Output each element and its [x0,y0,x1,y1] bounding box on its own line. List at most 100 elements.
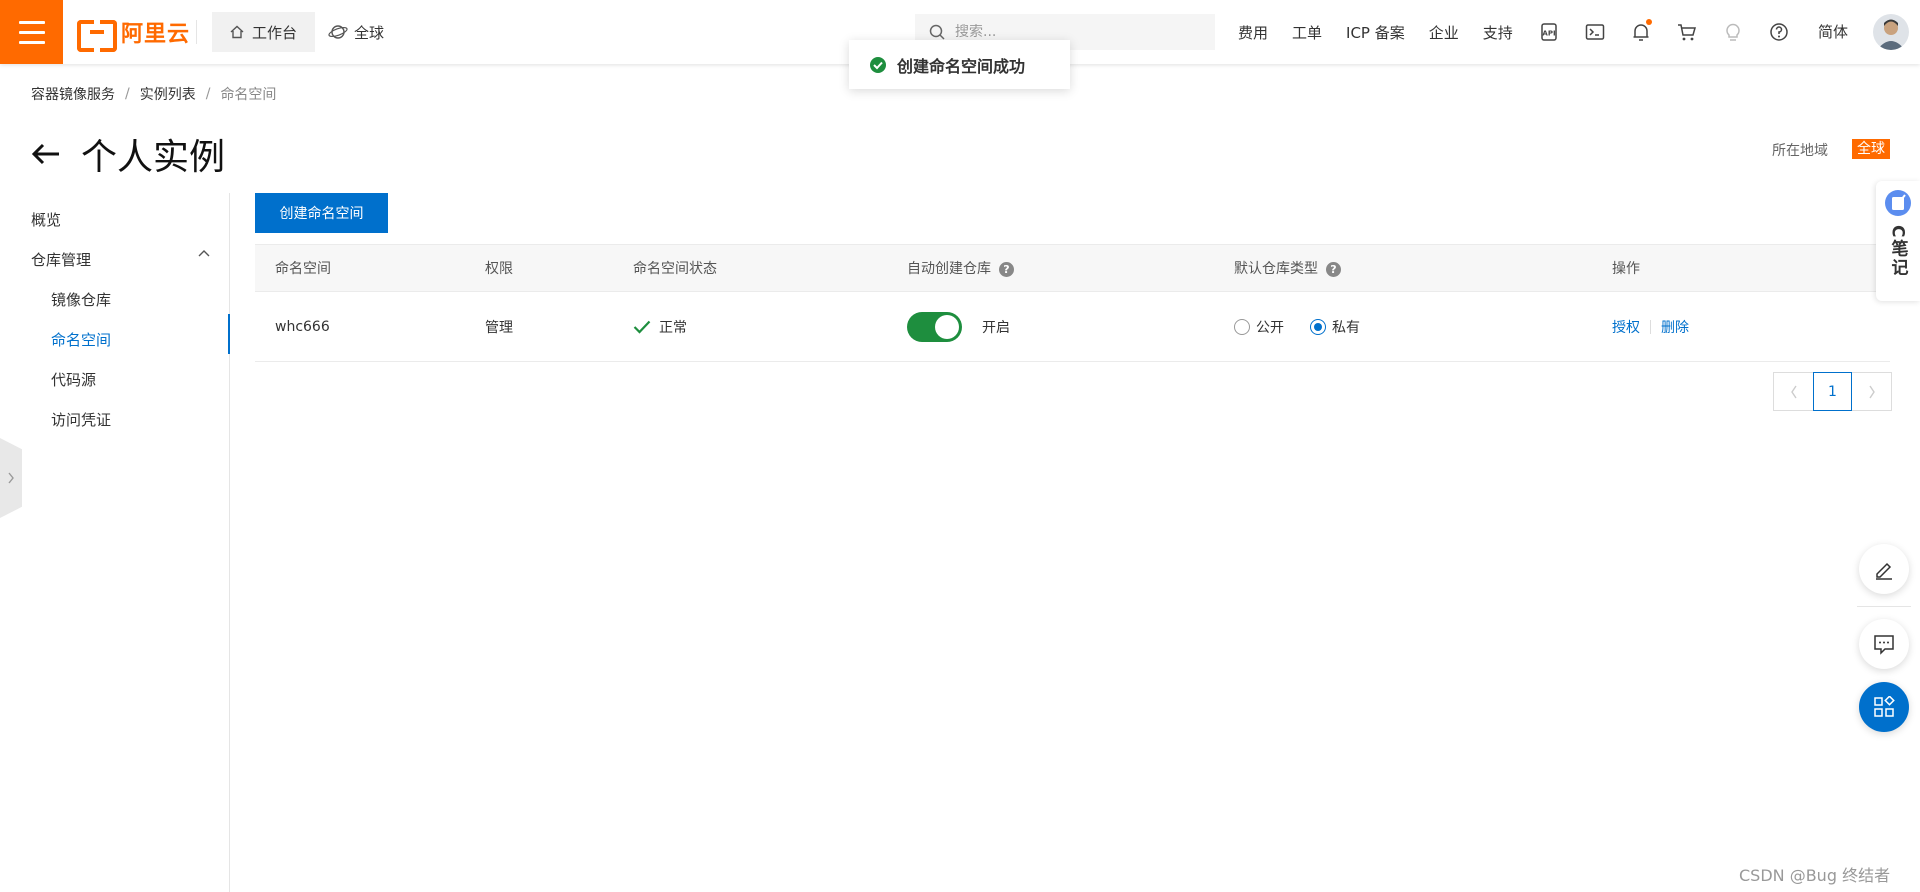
column-header: 命名空间 [275,261,331,277]
notes-label: C笔记 [1887,225,1908,278]
workbench-button[interactable]: 工作台 [212,12,315,52]
breadcrumb-item[interactable]: 容器镜像服务 [31,84,115,104]
permission-cell: 管理 [485,320,513,336]
sidebar-expand-handle[interactable] [0,438,22,518]
terminal-icon[interactable] [1582,19,1608,45]
namespace-cell: whc666 [275,319,330,335]
link-tickets[interactable]: 工单 [1292,22,1322,43]
column-header: 权限 [485,261,513,277]
actions-cell: 授权 删除 [1612,292,1689,362]
repo-type-cell: 公开 私有 [1234,292,1360,362]
notes-icon [1885,190,1911,216]
top-icons: API [1536,0,1792,64]
globe-icon [328,25,348,39]
namespace-table: 命名空间 权限 命名空间状态 自动创建仓库 ? 默认仓库类型 ? 操作 whc6… [255,244,1890,362]
avatar[interactable] [1873,14,1909,50]
success-toast: 创建命名空间成功 [849,40,1070,89]
divider [196,20,197,44]
home-icon [230,25,244,39]
column-header-repo-type: 默认仓库类型 ? [1234,245,1341,293]
region-badge[interactable]: 全球 [1852,139,1890,159]
link-icp[interactable]: ICP 备案 [1346,22,1405,43]
divider [1857,606,1911,607]
column-header: 命名空间状态 [633,261,717,277]
chevron-right-icon [1868,385,1875,398]
radio-label-private: 私有 [1332,320,1360,336]
aliyun-logo[interactable]: 阿里云 [77,16,191,52]
help-icon[interactable]: ? [1326,261,1341,277]
breadcrumb-current: 命名空间 [220,87,277,103]
apps-grid-icon [1874,696,1895,717]
top-links: 费用 工单 ICP 备案 企业 支持 [1238,0,1537,64]
radio-private[interactable] [1310,319,1326,335]
auto-create-cell: 开启 [907,292,1010,362]
sidebar-item-access-credentials[interactable]: 访问凭证 [51,409,111,430]
notification-dot [1646,19,1652,25]
watermark: CSDN @Bug 终结者 [1739,866,1891,885]
chevron-right-icon [8,472,14,484]
apps-button[interactable] [1859,682,1909,732]
chevron-up-icon[interactable] [198,249,210,257]
toggle-label: 开启 [982,320,1010,336]
toast-message: 创建命名空间成功 [897,56,1026,76]
auto-create-toggle[interactable] [907,312,962,342]
action-divider [1650,320,1651,334]
link-fees[interactable]: 费用 [1238,22,1268,43]
breadcrumb-separator: / [205,86,211,102]
radio-public[interactable] [1234,319,1250,335]
link-support[interactable]: 支持 [1483,22,1513,43]
chat-icon [1874,635,1894,655]
sidebar-item-code-sources[interactable]: 代码源 [51,369,96,390]
sidebar-item-namespaces[interactable]: 命名空间 [51,329,111,350]
hamburger-menu-icon[interactable] [0,0,63,64]
region-label: 全球 [354,23,385,42]
radio-label-public: 公开 [1256,320,1284,336]
title-row: 个人实例 [31,128,225,180]
authorize-link[interactable]: 授权 [1612,317,1640,337]
help-icon[interactable] [1766,19,1792,45]
active-indicator [228,314,230,354]
bell-icon[interactable] [1628,19,1654,45]
search-icon [929,24,945,40]
breadcrumb-separator: / [125,86,130,102]
check-icon [633,320,651,334]
status-cell: 正常 [633,292,687,362]
delete-link[interactable]: 删除 [1661,317,1689,337]
page-number-button[interactable]: 1 [1813,372,1852,411]
logo-text: 阿里云 [121,22,191,47]
region-selector[interactable]: 全球 [328,12,384,52]
cart-icon[interactable] [1674,19,1700,45]
language-switch[interactable]: 简体 [1818,0,1848,64]
next-page-button[interactable] [1852,373,1891,410]
chat-button[interactable] [1859,619,1909,669]
logo-mark [77,20,117,52]
table-header: 命名空间 权限 命名空间状态 自动创建仓库 ? 默认仓库类型 ? 操作 [255,244,1890,292]
page-title: 个人实例 [81,137,226,178]
column-header: 操作 [1612,261,1640,277]
pagination: 1 [1773,372,1892,411]
svg-text:API: API [1542,30,1555,38]
chevron-left-icon [1790,385,1797,398]
column-header-label: 默认仓库类型 [1234,261,1318,277]
workbench-label: 工作台 [251,23,297,42]
api-icon[interactable]: API [1536,19,1562,45]
region-caption: 所在地域 [1772,143,1828,159]
table-row: whc666 管理 正常 开启 公开 私有 授权 删除 [255,292,1890,362]
create-namespace-button[interactable]: 创建命名空间 [255,193,388,233]
pencil-icon [1876,562,1892,580]
column-header-label: 自动创建仓库 [907,261,991,277]
sidebar-item-image-repos[interactable]: 镜像仓库 [51,289,111,310]
prev-page-button[interactable] [1774,373,1813,410]
notes-panel-tab[interactable]: C笔记 [1876,181,1920,301]
back-arrow-icon[interactable] [31,138,63,170]
column-header-auto-create: 自动创建仓库 ? [907,245,1014,293]
link-enterprise[interactable]: 企业 [1429,22,1459,43]
help-icon[interactable]: ? [999,261,1014,277]
sidebar-item-overview[interactable]: 概览 [31,209,61,230]
edit-feedback-button[interactable] [1859,544,1909,594]
status-text: 正常 [659,320,687,336]
breadcrumb-item[interactable]: 实例列表 [140,84,196,104]
lightbulb-icon[interactable] [1720,19,1746,45]
search-input[interactable] [955,24,1195,40]
sidebar-group-repo-management[interactable]: 仓库管理 [31,249,91,270]
